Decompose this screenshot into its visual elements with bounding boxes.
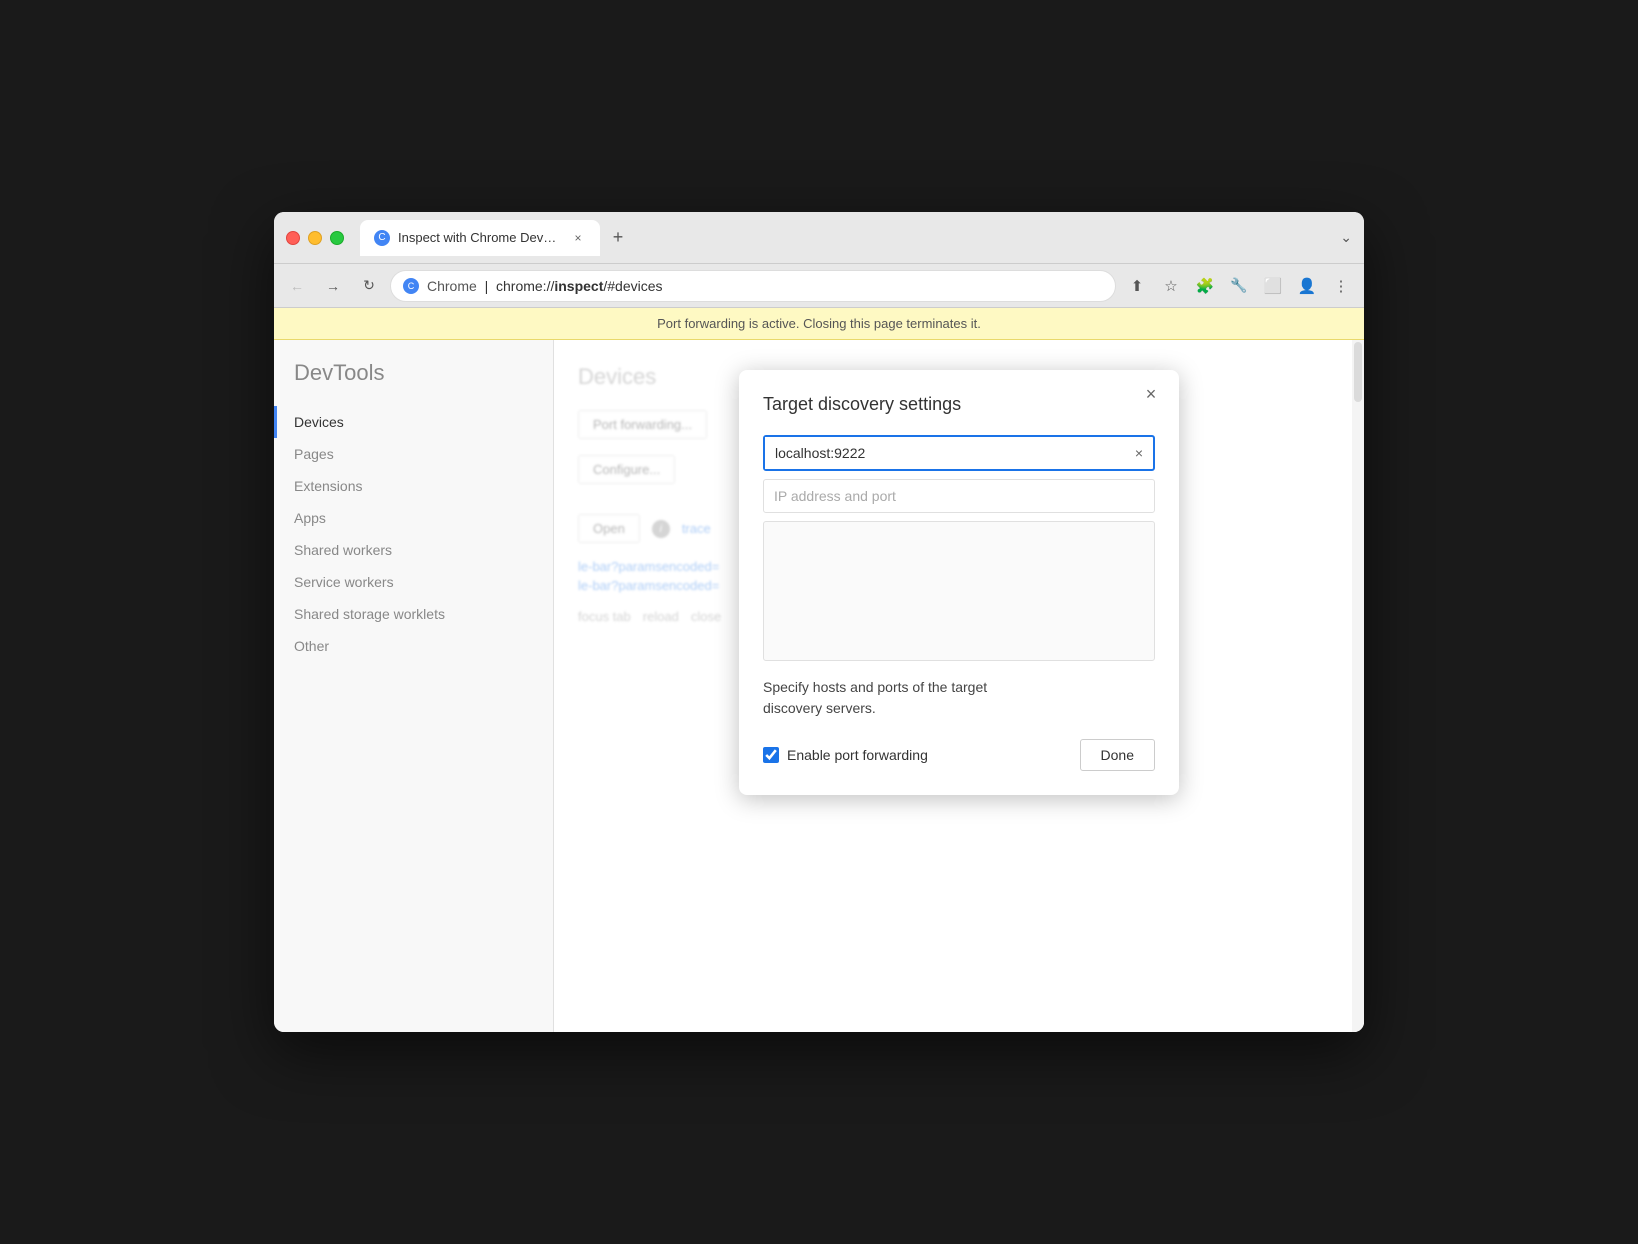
modal-description: Specify hosts and ports of the targetdis… xyxy=(763,677,1155,719)
tab-bar: C Inspect with Chrome Develope × + ⌄ xyxy=(360,220,1352,256)
toolbar-icons: ⬆ ☆ 🧩 🔧 ⬜ 👤 ⋮ xyxy=(1122,271,1356,301)
back-button[interactable]: ← xyxy=(282,271,312,301)
url-text: Chrome | chrome://inspect/#devices xyxy=(427,278,663,294)
host-list-area xyxy=(763,521,1155,661)
warning-banner: Port forwarding is active. Closing this … xyxy=(274,308,1364,340)
modal-overlay: × Target discovery settings × IP address… xyxy=(554,340,1364,1032)
devtools-icon[interactable]: 🔧 xyxy=(1224,271,1254,301)
extensions-icon[interactable]: 🧩 xyxy=(1190,271,1220,301)
reload-button[interactable]: ↻ xyxy=(354,271,384,301)
browser-window: C Inspect with Chrome Develope × + ⌄ ← →… xyxy=(274,212,1364,1032)
warning-text: Port forwarding is active. Closing this … xyxy=(657,316,981,331)
modal-title: Target discovery settings xyxy=(763,394,1155,415)
profile-icon[interactable]: 👤 xyxy=(1292,271,1322,301)
enable-port-forwarding-checkbox[interactable] xyxy=(763,747,779,763)
enable-port-forwarding-text: Enable port forwarding xyxy=(787,747,928,763)
split-view-icon[interactable]: ⬜ xyxy=(1258,271,1288,301)
placeholder-row: IP address and port xyxy=(763,479,1155,513)
done-button[interactable]: Done xyxy=(1080,739,1155,771)
modal-close-button[interactable]: × xyxy=(1139,382,1163,406)
main-content: DevTools Devices Pages Extensions Apps S… xyxy=(274,340,1364,1032)
sidebar-item-apps[interactable]: Apps xyxy=(274,502,553,534)
modal-input-row: × xyxy=(763,435,1155,471)
traffic-lights xyxy=(286,231,344,245)
active-tab[interactable]: C Inspect with Chrome Develope × xyxy=(360,220,600,256)
minimize-window-button[interactable] xyxy=(308,231,322,245)
url-bar[interactable]: C Chrome | chrome://inspect/#devices xyxy=(390,270,1116,302)
tab-favicon-icon: C xyxy=(374,230,390,246)
enable-port-forwarding-label[interactable]: Enable port forwarding xyxy=(763,747,1068,763)
host-port-input[interactable] xyxy=(765,437,1125,469)
sidebar-item-pages[interactable]: Pages xyxy=(274,438,553,470)
bookmark-icon[interactable]: ☆ xyxy=(1156,271,1186,301)
forward-button[interactable]: → xyxy=(318,271,348,301)
sidebar-nav: Devices Pages Extensions Apps Shared wor… xyxy=(274,406,553,662)
close-window-button[interactable] xyxy=(286,231,300,245)
menu-icon[interactable]: ⋮ xyxy=(1326,271,1356,301)
modal-footer: Enable port forwarding Done xyxy=(763,739,1155,771)
title-bar: C Inspect with Chrome Develope × + ⌄ xyxy=(274,212,1364,264)
share-icon[interactable]: ⬆ xyxy=(1122,271,1152,301)
placeholder-text: IP address and port xyxy=(774,488,896,504)
tab-list-chevron-icon[interactable]: ⌄ xyxy=(1340,229,1352,246)
address-bar: ← → ↻ C Chrome | chrome://inspect/#devic… xyxy=(274,264,1364,308)
sidebar-item-shared-storage-worklets[interactable]: Shared storage worklets xyxy=(274,598,553,630)
tab-close-button[interactable]: × xyxy=(570,230,586,246)
sidebar-item-shared-workers[interactable]: Shared workers xyxy=(274,534,553,566)
sidebar-item-service-workers[interactable]: Service workers xyxy=(274,566,553,598)
new-tab-button[interactable]: + xyxy=(604,224,632,252)
sidebar-item-extensions[interactable]: Extensions xyxy=(274,470,553,502)
content-area: Devices Port forwarding... Configure... … xyxy=(554,340,1364,1032)
input-clear-button[interactable]: × xyxy=(1125,439,1153,467)
sidebar-item-other[interactable]: Other xyxy=(274,630,553,662)
site-icon: C xyxy=(403,278,419,294)
sidebar: DevTools Devices Pages Extensions Apps S… xyxy=(274,340,554,1032)
sidebar-title: DevTools xyxy=(274,360,553,406)
tab-title: Inspect with Chrome Develope xyxy=(398,230,562,245)
target-discovery-modal: × Target discovery settings × IP address… xyxy=(739,370,1179,795)
maximize-window-button[interactable] xyxy=(330,231,344,245)
sidebar-item-devices[interactable]: Devices xyxy=(274,406,553,438)
